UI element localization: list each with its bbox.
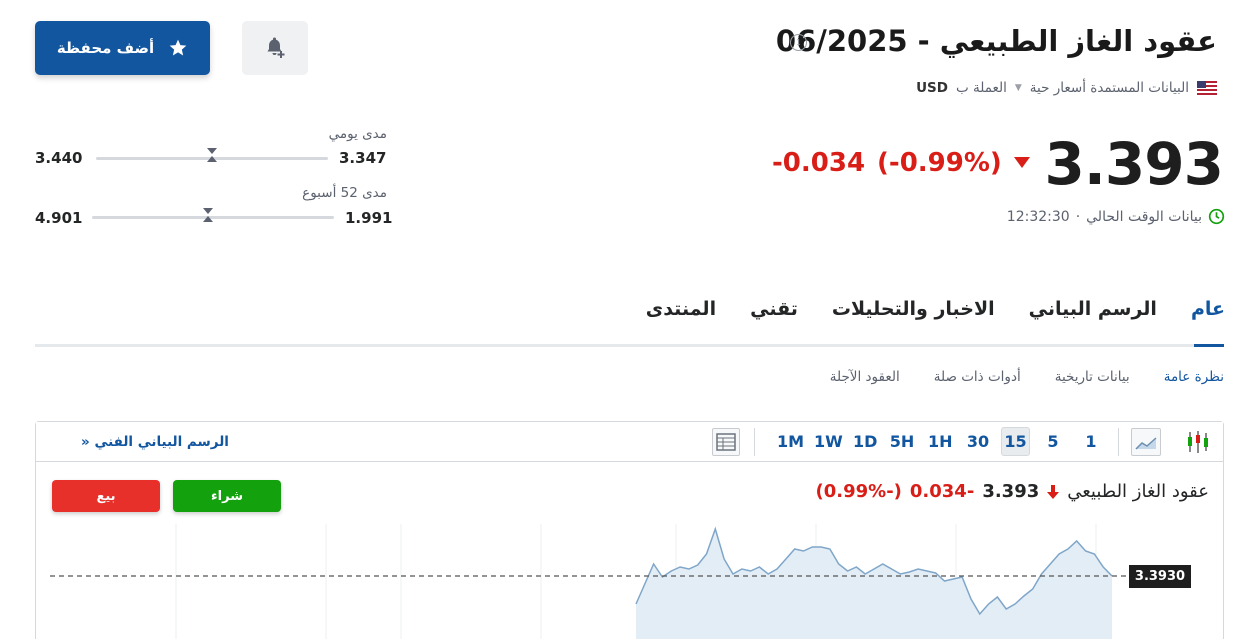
chart-change-percent: (-0.99%) bbox=[815, 481, 902, 502]
change-value: -0.034 bbox=[772, 148, 866, 178]
technical-chart-link-label: الرسم البياني الفني bbox=[94, 434, 229, 450]
week52-range-high: 4.901 bbox=[35, 209, 83, 227]
sell-button[interactable]: بيع bbox=[52, 480, 160, 512]
bell-plus-icon bbox=[267, 37, 285, 58]
tab-forum[interactable]: المنتدى bbox=[646, 298, 716, 320]
technical-chart-link[interactable]: الرسم البياني الفني « bbox=[81, 434, 229, 450]
tab-technical[interactable]: تقني bbox=[750, 298, 798, 320]
last-price-tag: 3.3930 bbox=[1129, 564, 1191, 588]
tabs-divider bbox=[35, 344, 1224, 347]
sub-tabs: نظرة عامة بيانات تاريخية أدوات ذات صلة ا… bbox=[830, 369, 1224, 385]
tab-news[interactable]: الاخبار والتحليلات bbox=[832, 298, 995, 320]
chart-last-price: 3.393 bbox=[982, 481, 1040, 502]
price-change: -0.034 (-0.99%) bbox=[772, 148, 1030, 178]
chart-quote: عقود الغاز الطبيعي 3.393 -0.034 (-0.99%) bbox=[816, 481, 1210, 502]
subtab-overview[interactable]: نظرة عامة bbox=[1164, 369, 1224, 385]
subtab-historical[interactable]: بيانات تاريخية bbox=[1055, 369, 1130, 385]
daily-range-marker bbox=[207, 147, 217, 166]
tab-overview[interactable]: عام bbox=[1191, 298, 1225, 320]
currency-code: USD bbox=[916, 80, 948, 96]
timeframe-1M[interactable]: 1M bbox=[777, 432, 804, 451]
double-chevron-icon: « bbox=[81, 434, 90, 450]
week52-range-marker bbox=[203, 207, 214, 226]
info-icon[interactable]: i bbox=[790, 34, 807, 51]
timeframe-1W[interactable]: 1W bbox=[814, 432, 843, 451]
chart-area-fill bbox=[636, 529, 1112, 639]
timeframe-1D[interactable]: 1D bbox=[853, 432, 877, 451]
toolbar-separator bbox=[754, 428, 755, 456]
daily-range-low: 3.347 bbox=[339, 149, 387, 167]
timeframe-1[interactable]: 1 bbox=[1083, 432, 1099, 451]
star-icon bbox=[169, 39, 187, 56]
down-arrow-icon bbox=[1047, 484, 1060, 499]
timeframe-1H[interactable]: 1H bbox=[928, 432, 953, 451]
toolbar-separator bbox=[1118, 428, 1119, 456]
main-tabs: عام الرسم البياني الاخبار والتحليلات تقن… bbox=[646, 298, 1225, 320]
chart-instrument-name: عقود الغاز الطبيعي bbox=[1067, 481, 1209, 502]
page-title: عقود الغاز الطبيعي - 06/2025 bbox=[775, 24, 1217, 58]
subtab-related[interactable]: أدوات ذات صلة bbox=[934, 369, 1021, 385]
clock-icon bbox=[1208, 208, 1225, 225]
add-portfolio-label: أضف محفظة bbox=[56, 39, 155, 57]
candlestick-icon[interactable] bbox=[1185, 429, 1211, 459]
data-source-line: البيانات المستمدة أسعار حية ▼ العملة ب U… bbox=[916, 80, 1217, 96]
add-portfolio-button[interactable]: أضف محفظة bbox=[35, 21, 210, 75]
time-sep: · bbox=[1075, 208, 1081, 225]
week52-range-label: مدى 52 أسبوع bbox=[302, 185, 387, 201]
table-view-icon[interactable] bbox=[712, 428, 740, 456]
time-label: بيانات الوقت الحالي bbox=[1086, 208, 1202, 225]
timeframe-5[interactable]: 5 bbox=[1045, 432, 1061, 451]
daily-range-label: مدى يومي bbox=[328, 126, 387, 142]
data-source-text[interactable]: البيانات المستمدة أسعار حية bbox=[1030, 80, 1189, 96]
dropdown-caret-icon[interactable]: ▼ bbox=[1015, 83, 1022, 93]
buy-button[interactable]: شراء bbox=[173, 480, 281, 512]
daily-range-high: 3.440 bbox=[35, 149, 83, 167]
last-price: 3.393 bbox=[1044, 130, 1224, 198]
currency-label: العملة ب bbox=[955, 80, 1007, 96]
change-percent: (-0.99%) bbox=[877, 148, 1002, 178]
subtab-futures[interactable]: العقود الآجلة bbox=[830, 369, 900, 385]
add-alert-button[interactable] bbox=[242, 21, 308, 75]
down-triangle-icon bbox=[1013, 157, 1030, 168]
timeframe-15[interactable]: 15 bbox=[1001, 427, 1030, 456]
timeframe-5H[interactable]: 5H bbox=[889, 432, 915, 451]
price-chart[interactable] bbox=[36, 524, 1126, 639]
area-chart-icon[interactable] bbox=[1131, 428, 1161, 456]
time-value: 12:32:30 bbox=[1006, 208, 1070, 225]
us-flag-icon bbox=[1197, 81, 1217, 95]
tab-chart[interactable]: الرسم البياني bbox=[1029, 298, 1157, 320]
week52-range-low: 1.991 bbox=[345, 209, 393, 227]
chart-change: -0.034 bbox=[909, 481, 975, 502]
time-line: بيانات الوقت الحالي · 12:32:30 bbox=[1007, 208, 1225, 225]
tab-active-indicator bbox=[1194, 344, 1224, 347]
timeframe-30[interactable]: 30 bbox=[966, 432, 990, 451]
